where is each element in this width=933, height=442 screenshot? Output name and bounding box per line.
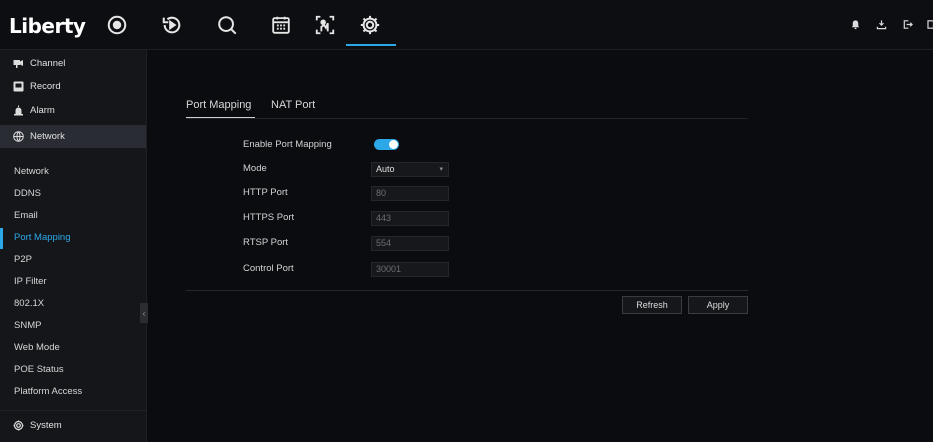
sidebar-item-alarm[interactable]: Alarm bbox=[0, 99, 146, 122]
main-content: Port Mapping NAT Port Enable Port Mappin… bbox=[148, 50, 933, 442]
sidebar-item-record[interactable]: Record bbox=[0, 75, 146, 98]
mode-value: Auto bbox=[376, 164, 395, 174]
https-port-label: HTTPS Port bbox=[243, 212, 295, 223]
brand-logo: Liberty bbox=[9, 14, 86, 38]
network-icon bbox=[13, 131, 24, 142]
rtsp-port-label: RTSP Port bbox=[243, 237, 289, 248]
playback-icon[interactable] bbox=[160, 13, 184, 37]
sidebar-item-label: Network bbox=[30, 131, 65, 142]
apply-button[interactable]: Apply bbox=[688, 296, 748, 314]
sidebar-sub-port-mapping[interactable]: Port Mapping bbox=[14, 232, 71, 243]
sidebar-sub-email[interactable]: Email bbox=[14, 210, 38, 221]
sidebar-sub-8021x[interactable]: 802.1X bbox=[14, 298, 44, 309]
live-view-icon[interactable] bbox=[105, 13, 129, 37]
https-port-input[interactable]: 443 bbox=[371, 211, 449, 226]
http-port-input[interactable]: 80 bbox=[371, 186, 449, 201]
sidebar-sub-p2p[interactable]: P2P bbox=[14, 254, 32, 265]
settings-icon[interactable] bbox=[358, 13, 382, 37]
sidebar: Channel Record Alarm Network Network DDN… bbox=[0, 50, 148, 442]
bell-icon[interactable] bbox=[849, 18, 861, 30]
form-divider bbox=[186, 290, 748, 291]
sidebar-item-label: Channel bbox=[30, 58, 66, 69]
control-port-label: Control Port bbox=[243, 263, 294, 274]
sidebar-sub-platform-access[interactable]: Platform Access bbox=[14, 386, 82, 397]
top-bar: Liberty bbox=[0, 0, 933, 50]
smart-analytics-icon[interactable] bbox=[313, 13, 337, 37]
gear-icon bbox=[13, 420, 24, 431]
tab-nat-port[interactable]: NAT Port bbox=[271, 99, 315, 111]
sidebar-item-label: Record bbox=[30, 81, 61, 92]
sidebar-item-label: Alarm bbox=[30, 105, 55, 116]
sidebar-item-system[interactable]: System bbox=[0, 414, 146, 437]
active-nav-indicator bbox=[346, 44, 396, 46]
control-port-input[interactable]: 30001 bbox=[371, 262, 449, 277]
download-icon[interactable] bbox=[875, 18, 887, 30]
calendar-icon[interactable] bbox=[269, 13, 293, 37]
screen-icon[interactable] bbox=[927, 18, 933, 30]
tab-port-mapping[interactable]: Port Mapping bbox=[186, 99, 251, 111]
refresh-button[interactable]: Refresh bbox=[622, 296, 682, 314]
sidebar-sub-ddns[interactable]: DDNS bbox=[14, 188, 41, 199]
chevron-down-icon: ▾ bbox=[439, 166, 443, 173]
http-port-label: HTTP Port bbox=[243, 187, 288, 198]
tabs-baseline bbox=[186, 118, 748, 119]
enable-port-mapping-label: Enable Port Mapping bbox=[243, 139, 332, 150]
toggle-knob bbox=[389, 140, 398, 149]
sidebar-sub-ip-filter[interactable]: IP Filter bbox=[14, 276, 47, 287]
sidebar-item-label: System bbox=[30, 420, 62, 431]
mode-label: Mode bbox=[243, 163, 267, 174]
sidebar-item-network[interactable]: Network bbox=[0, 125, 146, 148]
sidebar-divider bbox=[0, 410, 146, 411]
active-sub-marker bbox=[0, 228, 3, 249]
top-right-tools bbox=[849, 18, 933, 30]
sidebar-collapse-toggle[interactable]: ‹ bbox=[140, 303, 148, 323]
mode-select[interactable]: Auto ▾ bbox=[371, 162, 449, 177]
sidebar-sub-web-mode[interactable]: Web Mode bbox=[14, 342, 60, 353]
logout-icon[interactable] bbox=[901, 18, 913, 30]
sidebar-sub-network[interactable]: Network bbox=[14, 166, 49, 177]
sidebar-item-channel[interactable]: Channel bbox=[0, 52, 146, 75]
record-icon bbox=[13, 81, 24, 92]
sidebar-sub-poe-status[interactable]: POE Status bbox=[14, 364, 64, 375]
camera-icon bbox=[13, 58, 24, 69]
alarm-icon bbox=[13, 105, 24, 116]
sidebar-sub-snmp[interactable]: SNMP bbox=[14, 320, 41, 331]
enable-port-mapping-toggle[interactable] bbox=[374, 139, 399, 150]
rtsp-port-input[interactable]: 554 bbox=[371, 236, 449, 251]
active-tab-underline bbox=[186, 117, 255, 118]
search-icon[interactable] bbox=[215, 13, 239, 37]
